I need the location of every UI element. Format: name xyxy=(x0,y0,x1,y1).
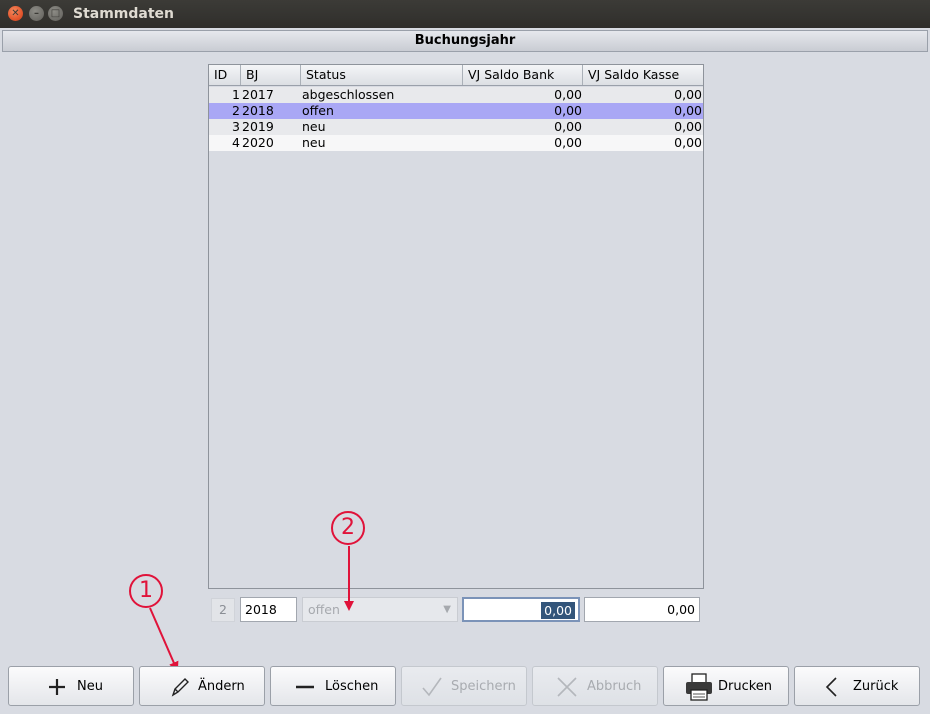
maximize-icon: □ xyxy=(50,8,61,19)
cell-bank: 0,00 xyxy=(554,87,582,102)
close-icon: ✕ xyxy=(11,8,20,19)
loeschen-label: Löschen xyxy=(325,679,379,694)
title-bar: ✕ – □ Stammdaten xyxy=(0,0,930,28)
column-header-status[interactable]: Status xyxy=(301,65,463,85)
annotation-arrow-1 xyxy=(149,607,179,672)
cell-status: abgeschlossen xyxy=(302,87,395,102)
main-window: ✕ – □ Stammdaten Buchungsjahr ID BJ Stat… xyxy=(0,0,930,714)
abbruch-button[interactable]: Abbruch xyxy=(532,666,658,706)
column-header-bj[interactable]: BJ xyxy=(241,65,301,85)
cell-status: neu xyxy=(302,119,326,134)
annotation-marker-1: 1 xyxy=(129,574,163,608)
button-bar: Neu Ändern Löschen Speichern Abbruch Dru… xyxy=(0,666,930,706)
section-title: Buchungsjahr xyxy=(2,30,928,52)
cell-bank: 0,00 xyxy=(554,135,582,150)
window-title: Stammdaten xyxy=(73,6,175,22)
vj-saldo-bank-input[interactable]: 0,00 xyxy=(462,597,580,622)
cell-kasse: 0,00 xyxy=(674,135,702,150)
table-row[interactable]: 4 2020 neu 0,00 0,00 xyxy=(209,135,703,151)
cell-kasse: 0,00 xyxy=(674,103,702,118)
speichern-label: Speichern xyxy=(451,679,516,694)
checkmark-icon xyxy=(420,675,444,699)
table-header: ID BJ Status VJ Saldo Bank VJ Saldo Kass… xyxy=(209,65,703,86)
drucken-button[interactable]: Drucken xyxy=(663,666,789,706)
drucken-label: Drucken xyxy=(718,679,773,694)
cell-status: offen xyxy=(302,103,334,118)
cell-bank: 0,00 xyxy=(554,103,582,118)
cell-bank: 0,00 xyxy=(554,119,582,134)
cell-bj: 2018 xyxy=(242,103,274,118)
column-header-vj-saldo-kasse[interactable]: VJ Saldo Kasse xyxy=(583,65,703,85)
window-close-button[interactable]: ✕ xyxy=(8,6,23,21)
annotation-marker-2: 2 xyxy=(331,511,365,545)
chevron-down-icon: ▼ xyxy=(443,604,451,615)
column-header-vj-saldo-bank[interactable]: VJ Saldo Bank xyxy=(463,65,583,85)
cell-id: 4 xyxy=(232,135,240,150)
table-body: 1 2017 abgeschlossen 0,00 0,00 2 2018 of… xyxy=(209,87,703,151)
table-row[interactable]: 1 2017 abgeschlossen 0,00 0,00 xyxy=(209,87,703,103)
id-field: 2 xyxy=(211,598,235,622)
cell-status: neu xyxy=(302,135,326,150)
window-maximize-button[interactable]: □ xyxy=(48,6,63,21)
zurueck-label: Zurück xyxy=(853,679,899,694)
years-table[interactable]: ID BJ Status VJ Saldo Bank VJ Saldo Kass… xyxy=(208,64,704,589)
loeschen-button[interactable]: Löschen xyxy=(270,666,396,706)
aendern-label: Ändern xyxy=(198,679,245,694)
vj-saldo-kasse-input[interactable]: 0,00 xyxy=(584,597,700,622)
aendern-button[interactable]: Ändern xyxy=(139,666,265,706)
cell-id: 1 xyxy=(232,87,240,102)
neu-label: Neu xyxy=(77,679,103,694)
pencil-icon xyxy=(168,675,192,699)
cell-id: 3 xyxy=(232,119,240,134)
chevron-left-icon xyxy=(821,675,845,699)
cell-id: 2 xyxy=(232,103,240,118)
table-row-selected[interactable]: 2 2018 offen 0,00 0,00 xyxy=(209,103,703,119)
zurueck-button[interactable]: Zurück xyxy=(794,666,920,706)
status-select-value: offen xyxy=(308,602,340,617)
abbruch-label: Abbruch xyxy=(587,679,642,694)
bj-input[interactable]: 2018 xyxy=(240,597,297,622)
cell-kasse: 0,00 xyxy=(674,87,702,102)
printer-icon xyxy=(684,672,714,702)
cell-bj: 2020 xyxy=(242,135,274,150)
cell-bj: 2017 xyxy=(242,87,274,102)
plus-icon xyxy=(45,675,69,699)
vj-saldo-bank-value: 0,00 xyxy=(541,602,575,619)
cancel-x-icon xyxy=(555,675,579,699)
table-row[interactable]: 3 2019 neu 0,00 0,00 xyxy=(209,119,703,135)
speichern-button[interactable]: Speichern xyxy=(401,666,527,706)
cell-kasse: 0,00 xyxy=(674,119,702,134)
cell-bj: 2019 xyxy=(242,119,274,134)
minus-icon xyxy=(293,675,317,699)
neu-button[interactable]: Neu xyxy=(8,666,134,706)
window-minimize-button[interactable]: – xyxy=(29,6,44,21)
minimize-icon: – xyxy=(34,8,39,19)
column-header-id[interactable]: ID xyxy=(209,65,241,85)
status-select[interactable]: offen ▼ xyxy=(302,597,458,622)
